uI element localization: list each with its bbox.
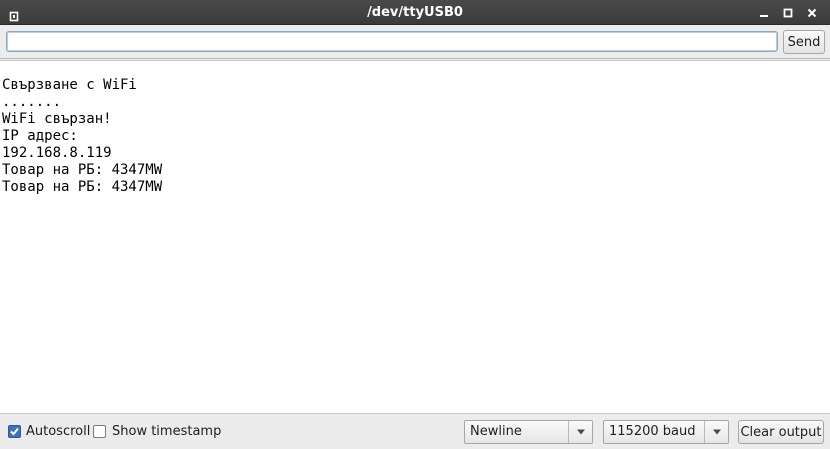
- baud-rate-select[interactable]: 115200 baud: [603, 420, 729, 444]
- app-icon[interactable]: [9, 7, 19, 22]
- maximize-button[interactable]: [780, 5, 796, 21]
- checkmark-icon: [10, 427, 19, 436]
- line-ending-select[interactable]: Newline: [464, 420, 593, 444]
- dropdown-arrow: [704, 421, 728, 443]
- show-timestamp-label[interactable]: Show timestamp: [112, 424, 221, 439]
- output-line: WiFi свързан!: [2, 111, 112, 127]
- output-line: Товар на РБ: 4347MW: [2, 162, 163, 178]
- chevron-down-icon: [712, 429, 721, 435]
- close-icon: [807, 8, 817, 18]
- output-line: .......: [2, 94, 62, 110]
- autoscroll-label[interactable]: Autoscroll: [26, 424, 90, 439]
- line-ending-value: Newline: [470, 424, 522, 439]
- send-row: Send: [0, 25, 830, 59]
- show-timestamp-checkbox[interactable]: [93, 425, 106, 438]
- autoscroll-checkbox[interactable]: [8, 425, 21, 438]
- send-button[interactable]: Send: [783, 30, 825, 54]
- output-line: Товар на РБ: 4347MW: [2, 179, 163, 195]
- clear-output-button[interactable]: Clear output: [738, 420, 824, 444]
- title-bar[interactable]: /dev/ttyUSB0: [0, 0, 830, 25]
- window-title: /dev/ttyUSB0: [367, 5, 463, 20]
- maximize-icon: [783, 8, 793, 18]
- output-line: IP адрес:: [2, 128, 78, 144]
- minimize-button[interactable]: [756, 5, 772, 21]
- output-line: 192.168.8.119: [2, 145, 112, 161]
- baud-rate-value: 115200 baud: [609, 424, 696, 439]
- close-button[interactable]: [804, 5, 820, 21]
- serial-input[interactable]: [6, 31, 778, 52]
- minimize-icon: [760, 15, 768, 17]
- output-line: Свързване с WiFi: [2, 77, 137, 93]
- serial-output[interactable]: Свързване с WiFi....... WiFi свързан! IP а…: [0, 60, 830, 414]
- bottom-bar: Autoscroll Show timestamp Newline 115200…: [0, 414, 830, 449]
- chevron-down-icon: [576, 429, 585, 435]
- dropdown-arrow: [568, 421, 592, 443]
